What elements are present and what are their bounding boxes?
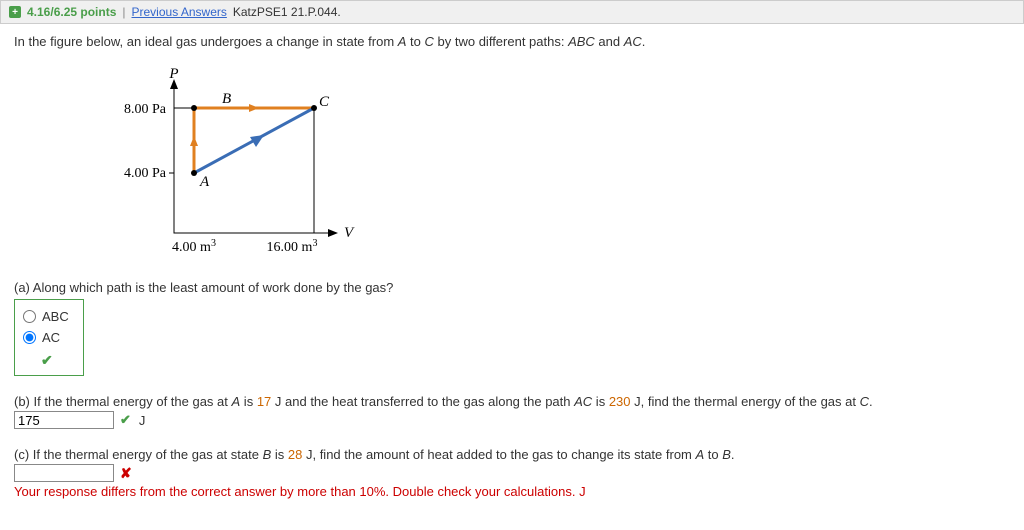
part-b-input[interactable] [14,411,114,429]
option-abc[interactable]: ABC [23,306,69,327]
part-c-question: (c) If the thermal energy of the gas at … [14,447,1010,462]
value-17: 17 [257,394,271,409]
part-b-input-row: ✔ J [14,411,1010,429]
part-c-input-row: ✘ [14,464,1010,482]
points-display: 4.16/6.25 points [27,5,116,19]
value-230: 230 [609,394,631,409]
part-c-feedback: Your response differs from the correct a… [14,484,1010,499]
separator: | [122,5,125,19]
y-tick-8: 8.00 Pa [124,102,167,117]
part-a-answer-box: ABC AC ✔ [14,299,84,376]
unit-j: J [139,413,146,428]
part-c: (c) If the thermal energy of the gas at … [14,447,1010,499]
point-c-label: C [319,94,330,110]
part-a: (a) Along which path is the least amount… [14,280,1010,376]
part-a-question: (a) Along which path is the least amount… [14,280,1010,295]
point-a-label: A [199,174,210,190]
x-tick-4: 4.00 m3 [172,238,216,255]
check-icon: ✔ [41,352,69,369]
option-ac[interactable]: AC [23,327,69,348]
x-tick-16: 16.00 m3 [267,238,318,255]
option-ac-label: AC [42,330,60,345]
pv-diagram: P V B C A 8.00 Pa 4.00 Pa 4.00 m3 16.00 … [74,63,1010,266]
p-axis-label: P [168,66,178,82]
expand-icon[interactable]: + [9,6,21,18]
question-header: + 4.16/6.25 points | Previous Answers Ka… [0,0,1024,24]
part-b: (b) If the thermal energy of the gas at … [14,394,1010,429]
radio-abc[interactable] [23,310,36,323]
value-28: 28 [288,447,302,462]
check-icon: ✔ [120,412,131,428]
v-axis-label: V [344,225,355,241]
part-c-input[interactable] [14,464,114,482]
radio-ac[interactable] [23,331,36,344]
question-reference: KatzPSE1 21.P.044. [233,5,341,19]
part-b-question: (b) If the thermal energy of the gas at … [14,394,1010,409]
previous-answers-link[interactable]: Previous Answers [132,5,227,19]
question-body: In the figure below, an ideal gas underg… [0,24,1024,527]
y-tick-4: 4.00 Pa [124,166,167,181]
point-b-label: B [222,91,231,107]
problem-statement: In the figure below, an ideal gas underg… [14,34,1010,49]
x-icon: ✘ [120,465,132,482]
option-abc-label: ABC [42,309,69,324]
